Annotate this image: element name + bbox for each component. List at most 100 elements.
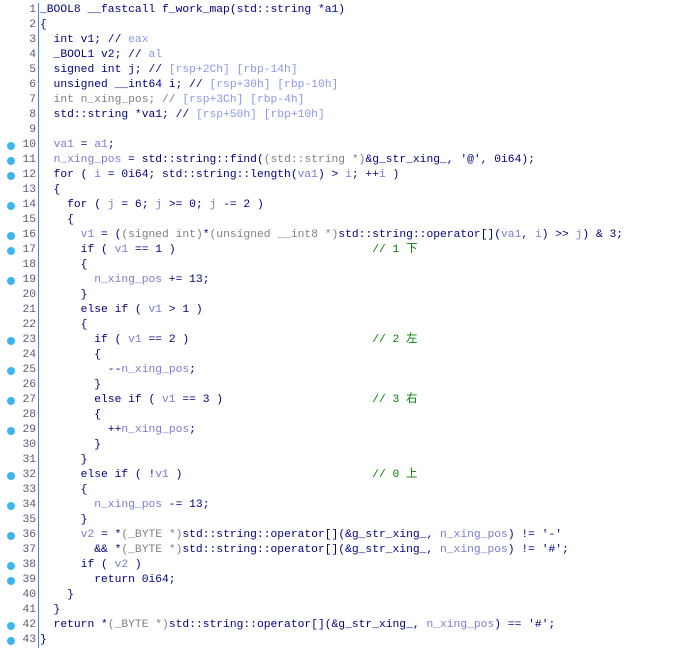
code-token: , (521, 229, 535, 241)
line-number: 28 (22, 409, 36, 421)
code-line[interactable]: 14 for ( j = 6; j >= 0; j -= 2 ) (0, 198, 684, 213)
code-line[interactable]: 32 else if ( !v1 ) // 0 上 (0, 468, 684, 483)
code-token: (signed int) (121, 229, 203, 241)
code-token: v1 (162, 394, 176, 406)
code-line[interactable]: 28 { (0, 408, 684, 423)
code-token: && * (40, 544, 122, 556)
code-line[interactable]: 20 } (0, 288, 684, 303)
code-line[interactable]: 31 } (0, 453, 684, 468)
code-line[interactable]: 7 int n_xing_pos; // [rsp+3Ch] [rbp-4h] (0, 93, 684, 108)
line-number: 22 (22, 319, 36, 331)
code-line[interactable]: 36 v2 = *(_BYTE *)std::string::operator[… (0, 528, 684, 543)
line-number: 29 (22, 424, 36, 436)
code-line[interactable]: 13 { (0, 183, 684, 198)
code-text: for ( i = 0i64; std::string::length(va1)… (40, 168, 400, 183)
code-line[interactable]: 12 for ( i = 0i64; std::string::length(v… (0, 168, 684, 183)
code-token: == 3 ) (175, 394, 373, 406)
code-line[interactable]: 27 else if ( v1 == 3 ) // 3 右 (0, 393, 684, 408)
code-line[interactable]: 35 } (0, 513, 684, 528)
code-text: } (40, 453, 88, 468)
code-line[interactable]: 16 v1 = ((signed int)*(unsigned __int8 *… (0, 228, 684, 243)
code-line[interactable]: 19 n_xing_pos += 13; (0, 273, 684, 288)
code-token: std::string::operator[]( (338, 229, 502, 241)
code-line[interactable]: 1 _BOOL8 __fastcall f_work_map(std::strin… (0, 3, 684, 18)
code-token: v2 (114, 559, 129, 571)
code-token: ) == '#'; (494, 619, 556, 631)
code-token: return * (40, 619, 108, 631)
code-line[interactable]: 40 } (0, 588, 684, 603)
code-token: v2 (80, 529, 95, 541)
code-line[interactable]: 29 ++n_xing_pos; (0, 423, 684, 438)
code-token: ) (385, 169, 400, 181)
code-line[interactable]: 34 n_xing_pos -= 13; (0, 498, 684, 513)
code-line[interactable]: 11 n_xing_pos = std::string::find((std::… (0, 153, 684, 168)
code-line[interactable]: 42 return *(_BYTE *)std::string::operato… (0, 618, 684, 633)
code-line[interactable]: 5 signed int j; // [rsp+2Ch] [rbp-14h] (0, 63, 684, 78)
code-text: --n_xing_pos; (40, 363, 196, 378)
code-token: int n_xing_pos; // (40, 94, 183, 106)
code-token: ; (189, 424, 196, 436)
code-line[interactable]: 25 --n_xing_pos; (0, 363, 684, 378)
code-line[interactable]: 43} (0, 633, 684, 648)
code-line[interactable]: 41 } (0, 603, 684, 618)
code-line[interactable]: 38 if ( v2 ) (0, 558, 684, 573)
line-number: 17 (22, 244, 36, 256)
line-number: 11 (22, 154, 36, 166)
code-text: { (40, 18, 47, 33)
line-number: 8 (29, 109, 36, 121)
pseudocode-view[interactable]: 1 _BOOL8 __fastcall f_work_map(std::strin… (0, 3, 684, 648)
code-token: = std::string::find( (121, 154, 264, 166)
code-line[interactable]: 2{ (0, 18, 684, 33)
code-line[interactable]: 10 va1 = a1; (0, 138, 684, 153)
code-token: eax (128, 34, 149, 46)
code-line[interactable]: 33 { (0, 483, 684, 498)
code-line[interactable]: 6 unsigned __int64 i; // [rsp+30h] [rbp-… (0, 78, 684, 93)
code-line[interactable]: 39 return 0i64; (0, 573, 684, 588)
code-token: n_xing_pos (440, 529, 508, 541)
line-number: 20 (22, 289, 36, 301)
line-number: 2 (29, 19, 36, 31)
code-token: (_BYTE *) (121, 544, 183, 556)
code-token: } (40, 589, 74, 601)
code-token: n_xing_pos (121, 364, 190, 376)
code-line[interactable]: 26 } (0, 378, 684, 393)
code-token: n_xing_pos (121, 424, 190, 436)
code-token: v1 (80, 229, 95, 241)
code-token: std::string::operator[](&g_str_xing_, (182, 544, 440, 556)
code-token: { (40, 259, 88, 271)
code-text: } (40, 378, 101, 393)
code-line[interactable]: 24 { (0, 348, 684, 363)
code-token: ) > (317, 169, 346, 181)
code-line[interactable]: 37 && *(_BYTE *)std::string::operator[](… (0, 543, 684, 558)
code-line[interactable]: 4 _BOOL1 v2; // al (0, 48, 684, 63)
line-number: 38 (22, 559, 36, 571)
code-token: va1 (53, 139, 74, 151)
code-line[interactable]: 17 if ( v1 == 1 ) // 1 下 (0, 243, 684, 258)
code-text: n_xing_pos -= 13; (40, 498, 209, 513)
line-number: 34 (22, 499, 36, 511)
code-token: { (40, 19, 47, 31)
line-number: 27 (22, 394, 36, 406)
code-token: { (40, 409, 102, 421)
code-token: += 13; (162, 274, 210, 286)
line-number: 14 (22, 199, 36, 211)
code-line[interactable]: 8 std::string *va1; // [rsp+50h] [rbp+10… (0, 108, 684, 123)
code-line[interactable]: 30 } (0, 438, 684, 453)
line-number: 1 (29, 4, 36, 16)
line-number: 7 (29, 94, 36, 106)
code-token: = (73, 139, 95, 151)
code-token: unsigned __int64 i; // (40, 79, 210, 91)
line-number: 5 (29, 64, 36, 76)
code-token: { (40, 319, 88, 331)
code-token: == 1 ) (128, 244, 373, 256)
code-line[interactable]: 18 { (0, 258, 684, 273)
code-token: return 0i64; (40, 574, 176, 586)
code-line[interactable]: 9 (0, 123, 684, 138)
code-line[interactable]: 21 else if ( v1 > 1 ) (0, 303, 684, 318)
line-number: 19 (22, 274, 36, 286)
code-line[interactable]: 3 int v1; // eax (0, 33, 684, 48)
code-line[interactable]: 23 if ( v1 == 2 ) // 2 左 (0, 333, 684, 348)
code-line[interactable]: 15 { (0, 213, 684, 228)
code-line[interactable]: 22 { (0, 318, 684, 333)
